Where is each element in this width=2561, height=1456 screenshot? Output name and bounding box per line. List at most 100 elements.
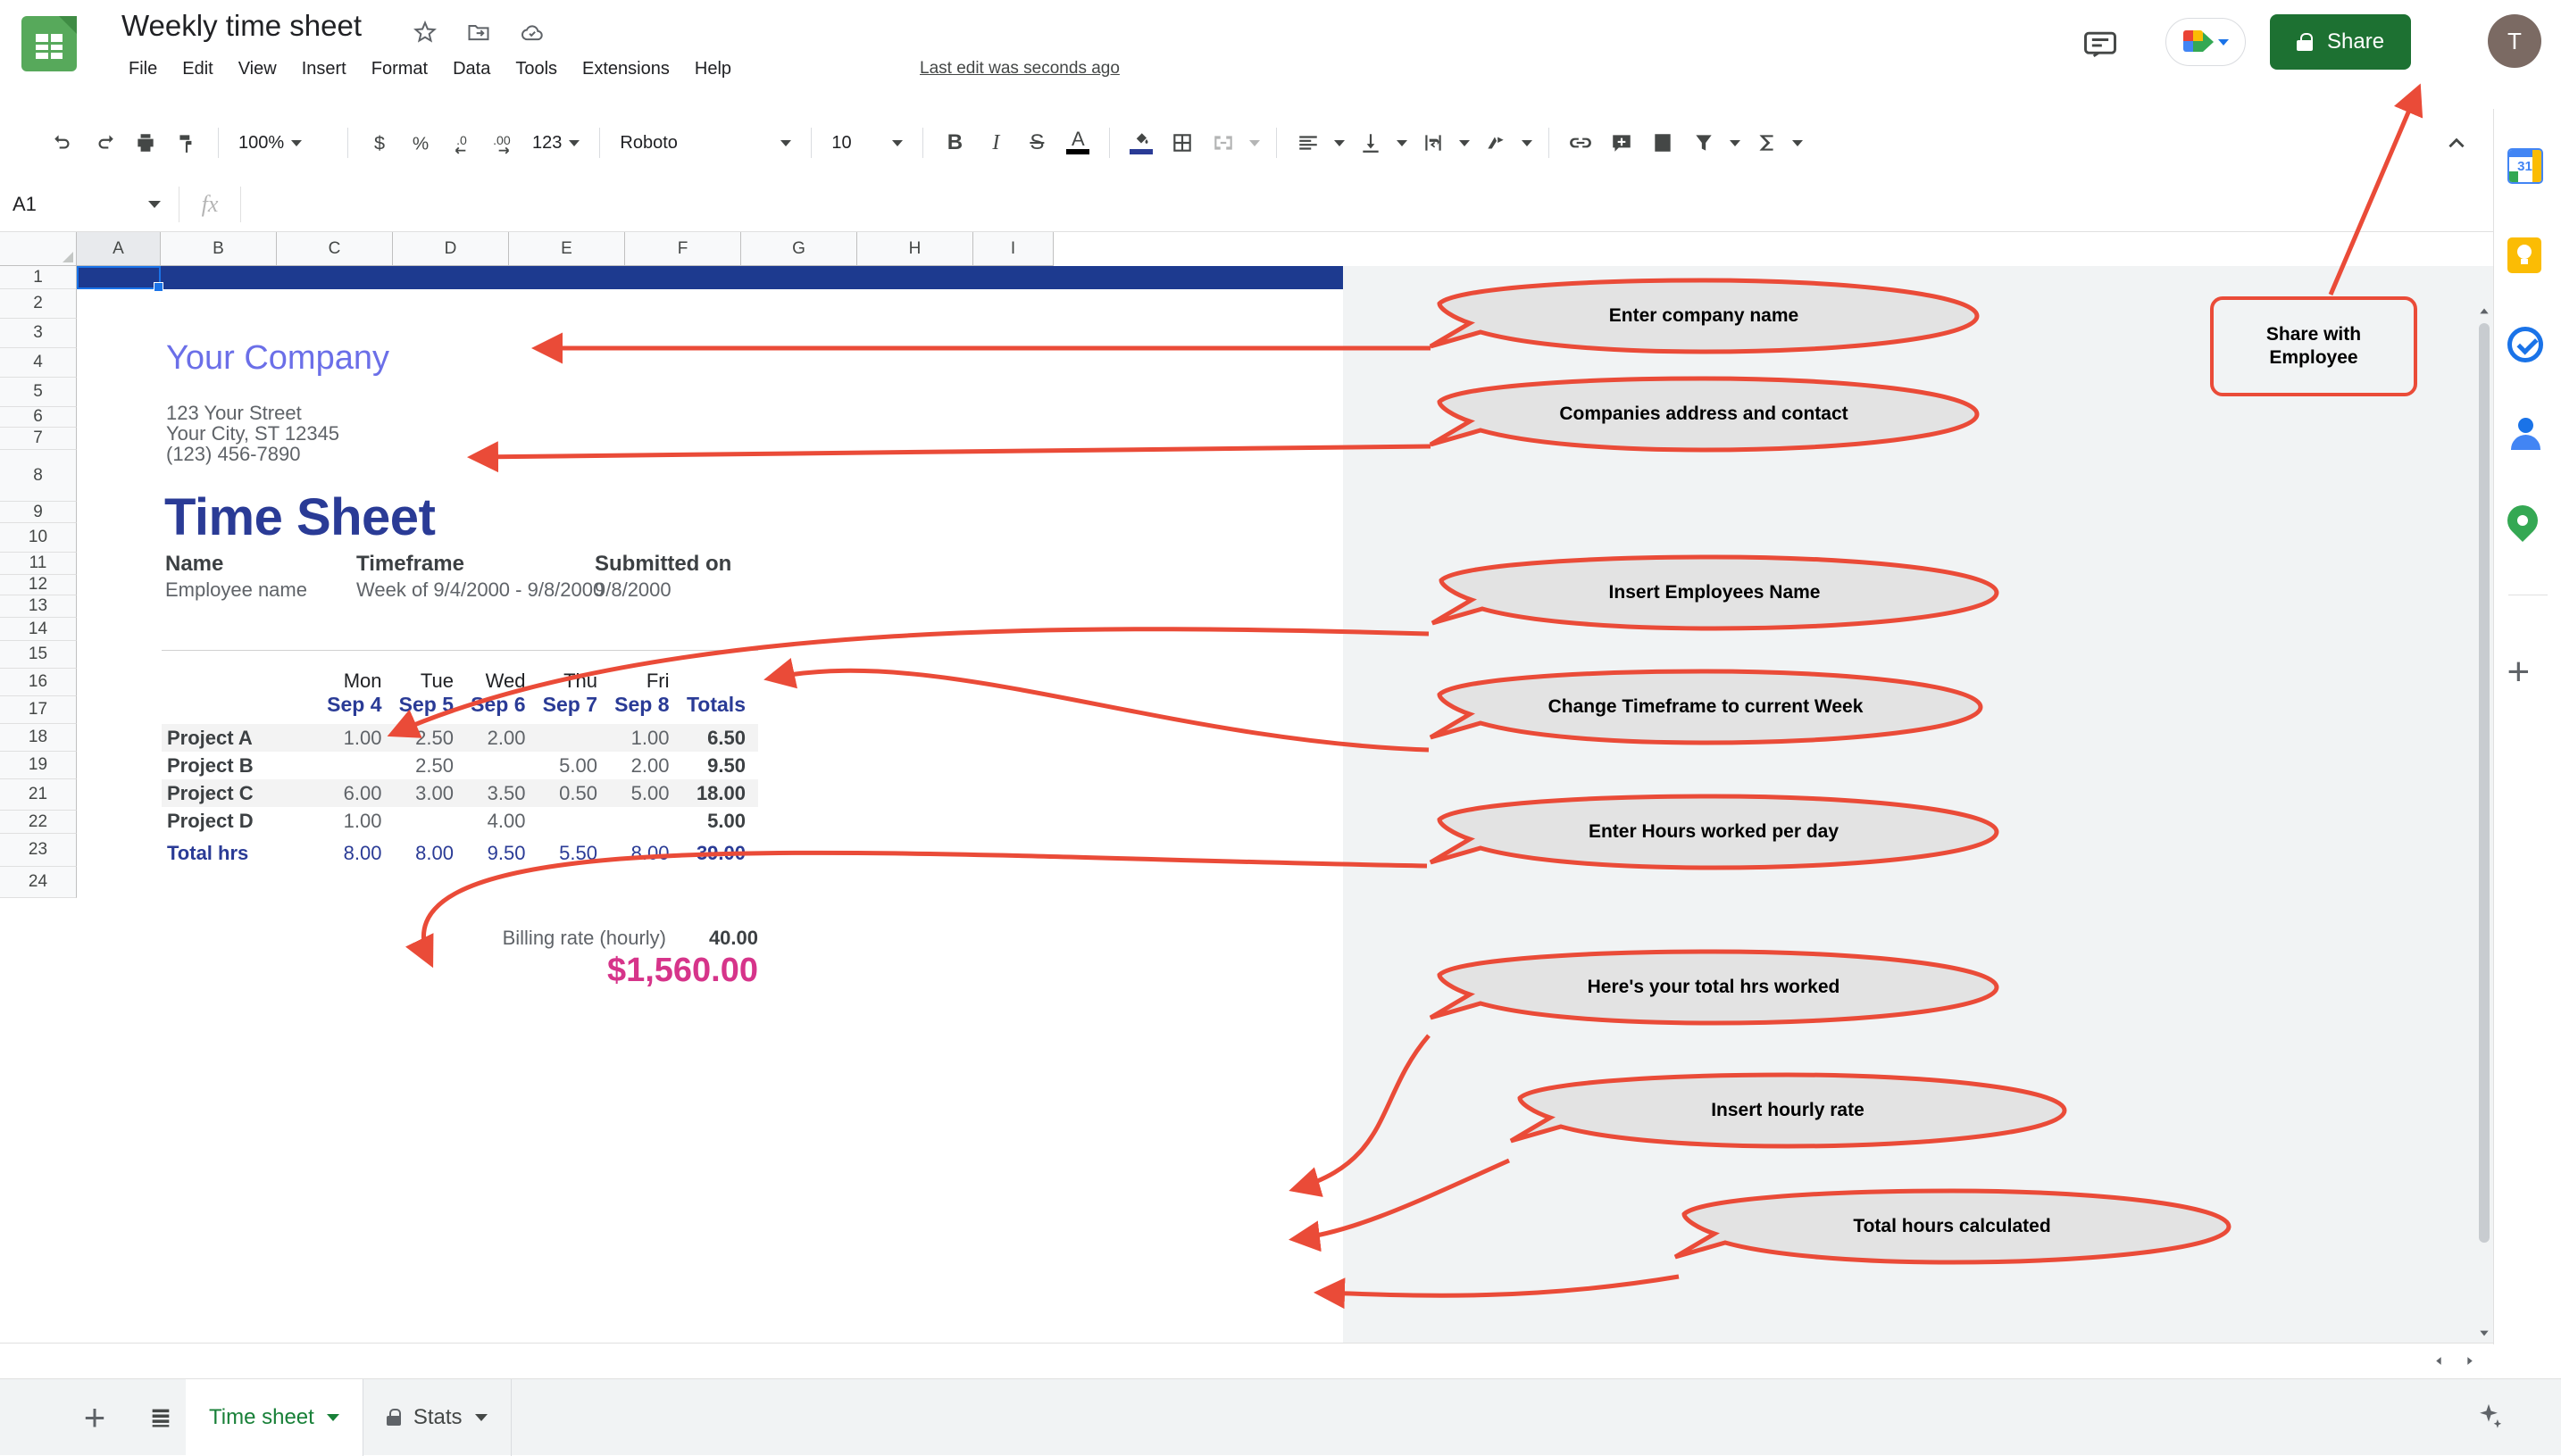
star-icon[interactable]: [413, 20, 438, 45]
callout-insert-employees-name[interactable]: Insert Employees Name: [1429, 553, 2000, 632]
comment-history-icon[interactable]: [2081, 25, 2120, 64]
row-header-14[interactable]: 14: [0, 618, 77, 641]
cell-hours[interactable]: 4.00: [466, 807, 538, 835]
chevron-down-icon[interactable]: [148, 201, 161, 208]
menu-insert[interactable]: Insert: [289, 54, 359, 85]
vertical-scrollbar[interactable]: [2477, 305, 2491, 1341]
font-family-selector[interactable]: Roboto: [611, 122, 800, 163]
row-header-7[interactable]: 7: [0, 428, 77, 450]
filter-icon[interactable]: [1683, 122, 1724, 163]
row-header-16[interactable]: 16: [0, 669, 77, 696]
functions-icon[interactable]: [1746, 122, 1787, 163]
menu-view[interactable]: View: [226, 54, 289, 85]
cell-project-name[interactable]: Project B: [162, 752, 322, 779]
vertical-scrollbar-thumb[interactable]: [2479, 323, 2490, 1243]
text-rotation-icon[interactable]: [1475, 122, 1516, 163]
cell-hours[interactable]: 1.00: [322, 807, 395, 835]
row-header-23[interactable]: 23: [0, 834, 77, 867]
percent-format-icon[interactable]: %: [400, 122, 441, 163]
row-header-11[interactable]: 11: [0, 553, 77, 575]
cell-hours[interactable]: 2.50: [395, 724, 467, 752]
row-header-10[interactable]: 10: [0, 523, 77, 553]
text-wrapping-dropdown-icon[interactable]: [1454, 122, 1475, 163]
sheet-canvas[interactable]: Your Company 123 Your Street Your City, …: [77, 266, 2493, 1343]
cell-hours[interactable]: [395, 807, 467, 835]
row-header-24[interactable]: 24: [0, 867, 77, 898]
menu-file[interactable]: File: [116, 54, 170, 85]
cell-hours[interactable]: 1.00: [322, 724, 395, 752]
column-header-b[interactable]: B: [161, 232, 277, 266]
cell-hours[interactable]: [538, 807, 611, 835]
column-header-h[interactable]: H: [857, 232, 973, 266]
callout-companies-address[interactable]: Companies address and contact: [1427, 375, 1981, 453]
undo-icon[interactable]: [43, 122, 84, 163]
move-to-folder-icon[interactable]: [466, 20, 491, 45]
billing-rate-value[interactable]: 40.00: [666, 927, 758, 950]
field-value-name[interactable]: Employee name: [165, 578, 307, 602]
table-row[interactable]: Project A 1.00 2.50 2.00 1.00 6.50: [162, 724, 758, 752]
scroll-left-icon[interactable]: [2427, 1349, 2450, 1372]
callout-enter-company-name[interactable]: Enter company name: [1427, 277, 1981, 355]
cell-hours[interactable]: 2.50: [395, 752, 467, 779]
row-header-1[interactable]: 1: [0, 266, 77, 289]
insert-comment-icon[interactable]: [1601, 122, 1642, 163]
row-header-9[interactable]: 9: [0, 502, 77, 523]
table-row[interactable]: Project D 1.00 4.00 5.00: [162, 807, 758, 835]
number-format-selector[interactable]: 123: [523, 122, 588, 163]
text-rotation-dropdown-icon[interactable]: [1516, 122, 1538, 163]
column-header-i[interactable]: I: [973, 232, 1054, 266]
table-row[interactable]: Project B 2.50 5.00 2.00 9.50: [162, 752, 758, 779]
row-header-17[interactable]: 17: [0, 696, 77, 724]
borders-icon[interactable]: [1162, 122, 1203, 163]
callout-total-hours-calculated[interactable]: Total hours calculated: [1672, 1187, 2232, 1266]
chevron-down-icon[interactable]: [475, 1414, 488, 1421]
cell-hours[interactable]: 6.00: [322, 779, 395, 807]
scroll-right-icon[interactable]: [2457, 1349, 2481, 1372]
row-header-4[interactable]: 4: [0, 348, 77, 378]
row-header-3[interactable]: 3: [0, 319, 77, 348]
decrease-decimal-icon[interactable]: .0: [441, 122, 482, 163]
insert-link-icon[interactable]: [1560, 122, 1601, 163]
scroll-up-icon[interactable]: [2478, 305, 2490, 320]
cell-hours[interactable]: [538, 724, 611, 752]
callout-insert-hourly-rate[interactable]: Insert hourly rate: [1507, 1071, 2068, 1150]
cell-hours[interactable]: 5.00: [610, 779, 682, 807]
cell-hours[interactable]: 2.00: [610, 752, 682, 779]
horizontal-align-dropdown-icon[interactable]: [1329, 122, 1350, 163]
row-header-18[interactable]: 18: [0, 724, 77, 752]
google-tasks-icon[interactable]: [2507, 327, 2548, 368]
increase-decimal-icon[interactable]: .00: [482, 122, 523, 163]
field-value-submitted-on[interactable]: 9/8/2000: [595, 578, 672, 602]
row-header-15[interactable]: 15: [0, 641, 77, 669]
callout-share-with-employee[interactable]: Share with Employee: [2210, 296, 2417, 396]
row-header-19[interactable]: 19: [0, 752, 77, 779]
sheet-tab-stats[interactable]: Stats: [363, 1379, 512, 1456]
column-header-e[interactable]: E: [509, 232, 625, 266]
menu-edit[interactable]: Edit: [170, 54, 225, 85]
cloud-saved-icon[interactable]: [520, 20, 545, 45]
row-header-13[interactable]: 13: [0, 595, 77, 618]
italic-icon[interactable]: I: [975, 122, 1016, 163]
menu-data[interactable]: Data: [440, 54, 503, 85]
company-name[interactable]: Your Company: [166, 339, 389, 378]
currency-format-icon[interactable]: $: [359, 122, 400, 163]
collapse-toolbar-icon[interactable]: [2436, 123, 2477, 164]
functions-dropdown-icon[interactable]: [1787, 122, 1808, 163]
add-sheet-icon[interactable]: +: [70, 1393, 120, 1443]
menu-format[interactable]: Format: [359, 54, 440, 85]
cell-project-name[interactable]: Project C: [162, 779, 322, 807]
table-row[interactable]: Project C 6.00 3.00 3.50 0.50 5.00 18.00: [162, 779, 758, 807]
text-color-icon[interactable]: A: [1057, 122, 1098, 163]
field-value-timeframe[interactable]: Week of 9/4/2000 - 9/8/2000: [356, 578, 604, 602]
cell-project-name[interactable]: Project A: [162, 724, 322, 752]
column-header-g[interactable]: G: [741, 232, 857, 266]
cell-hours[interactable]: [322, 752, 395, 779]
row-header-5[interactable]: 5: [0, 378, 77, 407]
fill-color-icon[interactable]: [1121, 122, 1162, 163]
callout-change-timeframe[interactable]: Change Timeframe to current Week: [1427, 668, 1984, 746]
zoom-selector[interactable]: 100%: [229, 122, 337, 163]
cell-hours[interactable]: 2.00: [466, 724, 538, 752]
cell-hours[interactable]: 3.00: [395, 779, 467, 807]
share-button[interactable]: Share: [2270, 14, 2411, 70]
menu-help[interactable]: Help: [682, 54, 744, 85]
